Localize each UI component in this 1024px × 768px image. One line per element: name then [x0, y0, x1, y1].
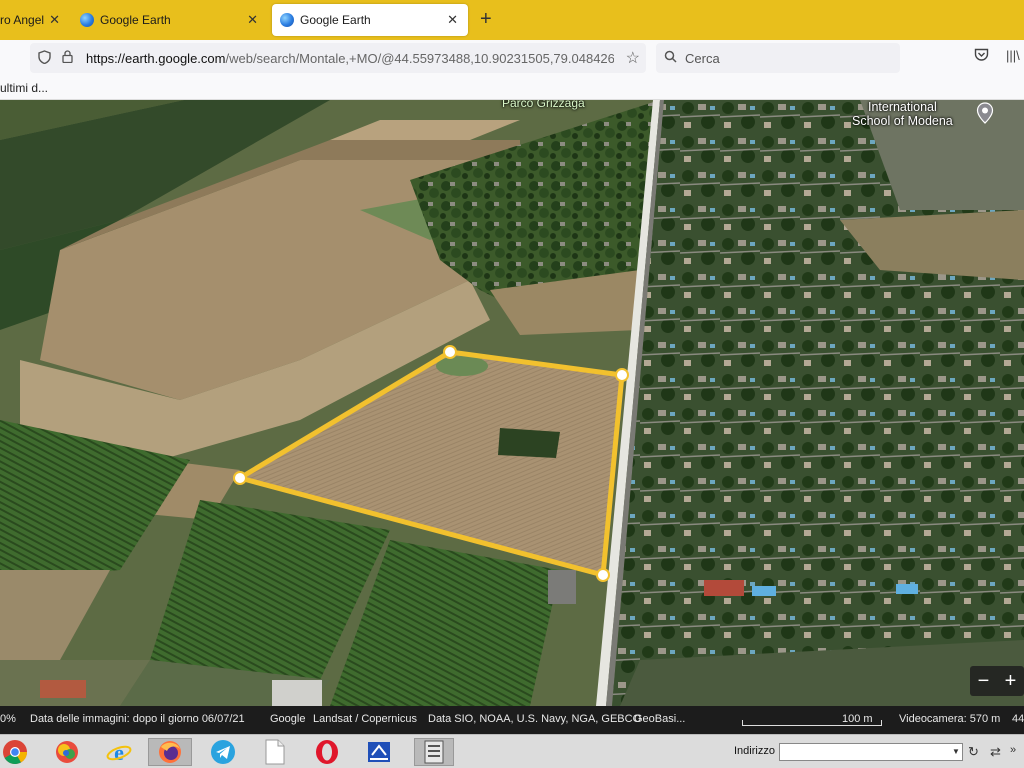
network-icon[interactable]: ⇄ [990, 744, 1001, 760]
telegram-icon[interactable] [208, 738, 238, 766]
url-bar[interactable]: https://earth.google.com/web/search/Mont… [30, 43, 646, 73]
close-icon[interactable]: ✕ [447, 12, 458, 28]
lock-icon[interactable] [62, 50, 78, 66]
polygon-vertex[interactable] [596, 568, 610, 582]
tab-3-active[interactable]: Google Earth ✕ [272, 4, 468, 36]
screen: ro Angelo ✕ Google Earth ✕ Google Earth … [0, 0, 1024, 768]
url-path: /web/search/Montale,+MO/@44.55973488,10.… [225, 50, 614, 66]
file-manager-icon[interactable] [414, 738, 454, 766]
geobasis-credit: GeoBasi... [634, 713, 686, 725]
tab-1[interactable]: ro Angelo ✕ [0, 4, 64, 36]
tab-3-label: Google Earth [300, 13, 371, 27]
shield-icon[interactable] [38, 49, 54, 67]
bookmarks-bar: ultimi d... [0, 76, 1024, 100]
nav-bar: https://earth.google.com/web/search/Mont… [0, 40, 1024, 76]
library-icon[interactable]: |||\ [1006, 48, 1020, 63]
polygon-vertex[interactable] [233, 471, 247, 485]
firefox-icon[interactable] [148, 738, 192, 766]
tree-cluster [498, 428, 560, 458]
url-text: https://earth.google.com/web/search/Mont… [86, 51, 614, 66]
scale-label: 100 m [842, 713, 873, 725]
zoom-in-button[interactable]: + [1005, 670, 1017, 693]
school-label-line2: School of Modena [852, 114, 953, 128]
overflow-icon[interactable]: » [1010, 744, 1016, 756]
building [40, 680, 86, 698]
tab-2-label: Google Earth [100, 13, 171, 27]
place-pin-icon[interactable] [976, 102, 994, 124]
svg-text:e: e [114, 740, 124, 765]
park-label[interactable]: Parco Grizzaga [502, 100, 585, 110]
building [272, 680, 322, 706]
camera-altitude: Videocamera: 570 m [899, 713, 1001, 725]
scanner-icon[interactable] [364, 738, 394, 766]
chevron-down-icon[interactable]: ▼ [952, 747, 960, 756]
document-icon[interactable] [260, 738, 290, 766]
green-patch [436, 356, 488, 376]
pool [752, 586, 776, 596]
pool [896, 584, 918, 594]
polygon-vertex[interactable] [615, 368, 629, 382]
coordinate-readout: 44 [1012, 713, 1024, 725]
search-icon [664, 50, 677, 66]
url-host: https://earth.google.com [86, 50, 226, 66]
landsat-credit: Landsat / Copernicus [313, 713, 417, 725]
taskbar: e Indirizzo ▼ ↻ ⇄ » [0, 734, 1024, 768]
school-label-line1: International [867, 100, 937, 114]
map-imagery[interactable] [0, 100, 1024, 706]
google-earth-icon [280, 13, 294, 27]
loading-progress: 0% [0, 713, 16, 725]
satellite-map[interactable]: Parco Grizzaga International School of M… [0, 100, 1024, 706]
status-bar: 0% Data delle immagini: dopo il giorno 0… [0, 706, 1024, 734]
new-tab-button[interactable]: + [480, 8, 492, 31]
tab-1-label: ro Angelo [0, 13, 44, 27]
opera-icon[interactable] [312, 738, 342, 766]
refresh-icon[interactable]: ↻ [968, 744, 979, 760]
provider-credit: Google [270, 713, 306, 725]
close-icon[interactable]: ✕ [49, 12, 60, 28]
search-placeholder: Cerca [685, 50, 720, 66]
data-sources-credit: Data SIO, NOAA, U.S. Navy, NGA, GEBCO [428, 713, 642, 725]
pocket-icon[interactable] [974, 48, 989, 65]
internet-explorer-icon[interactable]: e [104, 738, 134, 766]
bookmark-star-icon[interactable]: ☆ [626, 48, 640, 68]
zoom-out-button[interactable]: − [978, 670, 990, 693]
bookmark-item[interactable]: ultimi d... [0, 81, 48, 95]
tab-2[interactable]: Google Earth ✕ [70, 4, 268, 36]
building [548, 570, 576, 604]
colorful-app-icon[interactable] [52, 738, 82, 766]
address-label: Indirizzo [734, 745, 775, 757]
close-icon[interactable]: ✕ [247, 12, 258, 28]
zoom-control: − + [970, 666, 1024, 696]
google-earth-icon [80, 13, 94, 27]
school-label[interactable]: International School of Modena [852, 100, 953, 128]
chrome-icon[interactable] [0, 738, 30, 766]
image-date: Data delle immagini: dopo il giorno 06/0… [30, 713, 245, 725]
tab-bar: ro Angelo ✕ Google Earth ✕ Google Earth … [0, 0, 1024, 40]
tennis-court [704, 580, 744, 596]
address-input[interactable] [779, 743, 963, 761]
polygon-vertex[interactable] [443, 345, 457, 359]
search-box[interactable]: Cerca [656, 43, 900, 73]
